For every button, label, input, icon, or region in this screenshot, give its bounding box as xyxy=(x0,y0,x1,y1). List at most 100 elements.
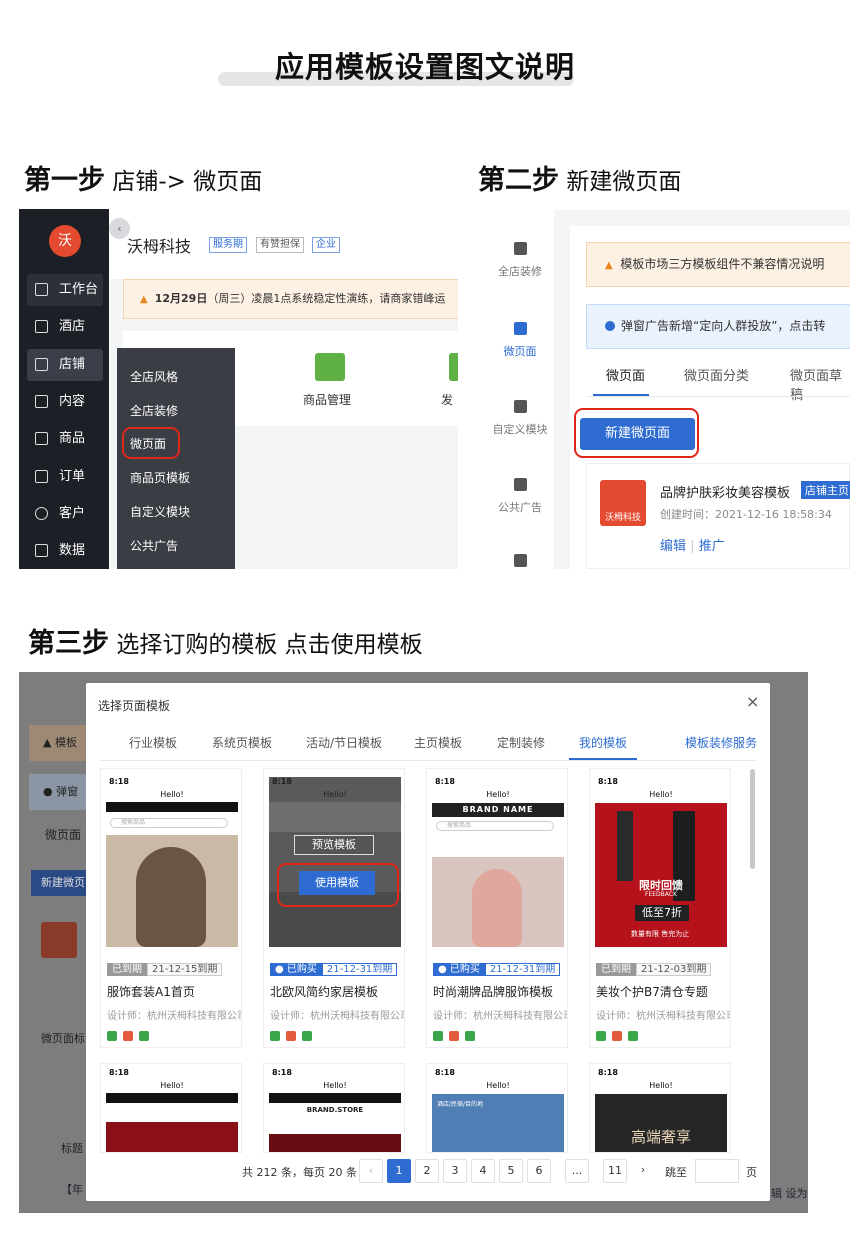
page-button[interactable]: 1 xyxy=(387,1159,411,1183)
page-ellipsis[interactable]: ... xyxy=(565,1159,589,1183)
step2-screenshot: 全店装修 微页面 自定义模块 公共广告 ▲ 模板市场三方模板组件不兼容情况说明 … xyxy=(486,210,850,569)
designer: 设计师：杭州沃栂科技有限公司 xyxy=(596,1011,730,1022)
jump-input[interactable] xyxy=(695,1159,739,1183)
submenu-shop-style[interactable]: 全店风格 xyxy=(130,368,178,385)
tag-guarantee: 有赞担保 xyxy=(256,237,304,253)
bg-info: ● 弹窗 xyxy=(29,774,89,810)
nav-data[interactable]: 数据 xyxy=(27,535,103,567)
tab-holiday[interactable]: 活动/节日模板 xyxy=(306,734,382,751)
notice-bar: ▲ 12月29日（周三）凌晨1点系统稳定性演练，请商家错峰运 xyxy=(123,279,458,319)
side-more[interactable] xyxy=(486,554,554,569)
page-button[interactable]: 4 xyxy=(471,1159,495,1183)
submenu-shop-decor[interactable]: 全店装修 xyxy=(130,402,178,419)
prev-page-icon[interactable]: ‹ xyxy=(359,1159,383,1183)
miniapp-icon xyxy=(433,1031,443,1041)
page-button[interactable]: 11 xyxy=(603,1159,627,1183)
phone-time: 8:18 xyxy=(598,1068,618,1077)
template-name: 美妆个护B7清仓专题 xyxy=(596,985,708,999)
collapse-chevron-icon[interactable]: ‹ xyxy=(109,218,130,239)
phone-time: 8:18 xyxy=(109,777,129,786)
edit-link[interactable]: 编辑 xyxy=(660,539,686,554)
side-label: 公共广告 xyxy=(498,501,542,514)
tag-enterprise: 企业 xyxy=(312,237,340,253)
page-button[interactable]: 2 xyxy=(415,1159,439,1183)
tab-industry[interactable]: 行业模板 xyxy=(129,734,177,751)
template-badge: 店铺主页 xyxy=(801,481,850,499)
nav-goods[interactable]: 商品 xyxy=(27,423,103,455)
page-button[interactable]: 6 xyxy=(527,1159,551,1183)
tab-home[interactable]: 主页模板 xyxy=(414,734,462,751)
side-micro-page[interactable]: 微页面 xyxy=(486,322,554,359)
template-card[interactable]: 8:18 Hello! 搜索商品 已到期 21-12-15到期 服饰套装A1首页 … xyxy=(100,768,242,1048)
tab-custom[interactable]: 定制装修 xyxy=(497,734,545,751)
page-button[interactable]: 5 xyxy=(499,1159,523,1183)
template-card[interactable]: 8:18 Hello! 高端奢享 xyxy=(589,1063,731,1153)
nav-label: 工作台 xyxy=(59,282,99,297)
goods-manage-label[interactable]: 商品管理 xyxy=(303,391,351,408)
warning-text: 模板市场三方模板组件不兼容情况说明 xyxy=(620,257,825,271)
nav-label: 客户 xyxy=(59,506,86,521)
template-card[interactable]: 8:18 Hello! xyxy=(100,1063,242,1153)
warning-icon: ▲ xyxy=(140,294,148,305)
nav-label: 订单 xyxy=(59,469,86,484)
phone-banner xyxy=(106,1093,238,1103)
close-icon[interactable]: × xyxy=(746,692,759,711)
notice-text: （周三）凌晨1点系统稳定性演练，请商家错峰运 xyxy=(207,292,446,305)
popup-ad-info[interactable]: 弹窗广告新增“定向人群投放”，点击转 xyxy=(586,304,850,349)
nav-workbench[interactable]: 工作台 xyxy=(27,274,103,306)
promote-link[interactable]: 推广 xyxy=(699,539,725,554)
platform-icons xyxy=(433,1031,493,1043)
miniapp-icon xyxy=(596,1031,606,1041)
side-label: 微页面 xyxy=(503,345,537,358)
step1-label: 第一步 xyxy=(24,165,105,196)
tag-service: 服务期 xyxy=(209,237,247,253)
template-card[interactable]: 8:18 Hello! BRAND.STORE xyxy=(263,1063,405,1153)
side-public-ads[interactable]: 公共广告 xyxy=(486,478,554,515)
bg-label: 微页面标 xyxy=(41,1032,85,1045)
nav-customers[interactable]: 客户 xyxy=(27,498,103,530)
expiry-date: 21-12-03到期 xyxy=(636,963,712,976)
goods-manage-icon[interactable] xyxy=(315,353,345,381)
template-card[interactable]: 8:18 Hello! 酒店/民宿/目的地 xyxy=(426,1063,568,1153)
status-badge: ● 已购买 xyxy=(433,963,485,976)
nav-content[interactable]: 内容 xyxy=(27,386,103,418)
nav-hotel[interactable]: 酒店 xyxy=(27,311,103,343)
preview-template-button[interactable]: 预览模板 xyxy=(294,835,374,855)
tab-divider xyxy=(586,396,850,397)
page-button[interactable]: 3 xyxy=(443,1159,467,1183)
shop-header: 沃栂科技 服务期 有赞担保 企业 xyxy=(109,209,458,279)
h5-icon xyxy=(612,1031,622,1041)
publish-label[interactable]: 发 xyxy=(441,391,453,408)
publish-icon[interactable] xyxy=(449,353,458,381)
template-card[interactable]: 8:18 Hello! BRAND NAME 搜索商品 ● 已购买 21-12-3… xyxy=(426,768,568,1048)
tab-micro-page[interactable]: 微页面 xyxy=(606,365,645,384)
next-page-icon[interactable]: › xyxy=(631,1159,655,1183)
template-card[interactable]: 8:18 Hello! 限时回馈 FEEDBACK 低至7折 数量有限 售完为止… xyxy=(589,768,731,1048)
side-label: 自定义模块 xyxy=(492,423,548,436)
tab-page-category[interactable]: 微页面分类 xyxy=(684,365,749,384)
step2-heading: 第二步 新建微页面 xyxy=(478,158,681,197)
template-card[interactable]: 8:18 Hello! 预览模板 使用模板 ● 已购买 21-12-31到期 北欧… xyxy=(263,768,405,1048)
side-shop-decor[interactable]: 全店装修 xyxy=(486,242,554,279)
nav-label: 店铺 xyxy=(59,357,86,372)
decor-service-link[interactable]: 模板装修服务 xyxy=(685,734,757,751)
compat-warning[interactable]: ▲ 模板市场三方模板组件不兼容情况说明 xyxy=(586,242,850,287)
nav-orders[interactable]: 订单 xyxy=(27,461,103,493)
side-custom-module[interactable]: 自定义模块 xyxy=(486,400,554,437)
nav-shop[interactable]: 店铺 xyxy=(27,349,103,381)
submenu-goods-template[interactable]: 商品页模板 xyxy=(130,469,190,486)
page-unit: 页 xyxy=(746,1166,757,1179)
banner-image xyxy=(269,1134,401,1152)
step1-desc: 店铺-> 微页面 xyxy=(112,169,263,195)
designer: 设计师：杭州沃栂科技有限公司 xyxy=(433,1011,567,1022)
submenu-custom-module[interactable]: 自定义模块 xyxy=(130,503,190,520)
step1-heading: 第一步 店铺-> 微页面 xyxy=(24,158,262,197)
submenu-public-ads[interactable]: 公共广告 xyxy=(130,537,178,554)
platform-icons xyxy=(107,1031,167,1043)
tab-page-draft[interactable]: 微页面草稿 xyxy=(790,365,850,403)
tab-system[interactable]: 系统页模板 xyxy=(212,734,272,751)
scrollbar-thumb[interactable] xyxy=(750,769,755,869)
brand-banner: BRAND NAME xyxy=(432,803,564,817)
tab-my-templates[interactable]: 我的模板 xyxy=(579,734,627,751)
template-preview: 8:18 Hello! 搜索商品 xyxy=(106,777,238,947)
